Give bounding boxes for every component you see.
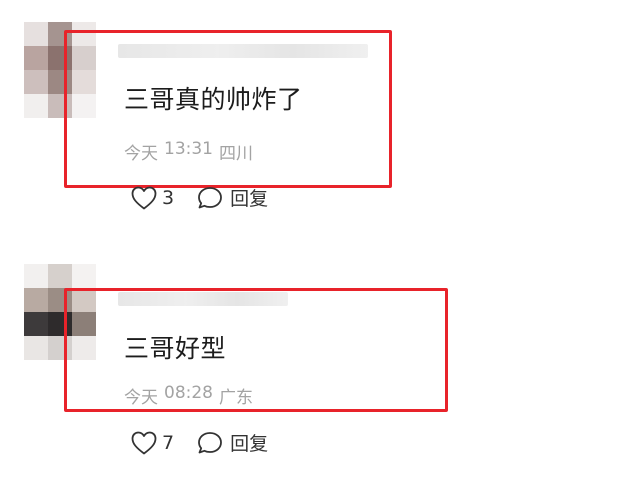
avatar-mosaic-cell (24, 288, 48, 312)
comment-text: 三哥好型 (124, 334, 227, 363)
comment-actions: 7 回复 (130, 429, 268, 456)
avatar-mosaic-cell (24, 264, 48, 288)
highlight-box (64, 288, 448, 412)
like-count: 7 (162, 431, 175, 454)
comment-meta: 今天 08:28 广东 (124, 383, 253, 408)
avatar-mosaic-cell (24, 336, 48, 360)
speech-bubble-icon (196, 430, 224, 456)
avatar-mosaic-cell (48, 264, 72, 288)
comment-date: 今天 (124, 388, 158, 408)
reply-label: 回复 (230, 433, 269, 455)
comment-location: 广东 (219, 388, 253, 408)
like-button[interactable]: 7 (130, 430, 174, 456)
avatar-mosaic-cell (24, 312, 48, 336)
comment-item: 三哥好型 今天 08:28 广东 7 回复 (0, 0, 628, 490)
heart-outline-icon (130, 430, 158, 456)
avatar-mosaic-cell (72, 264, 96, 288)
comment-time: 08:28 (164, 383, 213, 403)
reply-button[interactable]: 回复 (196, 429, 268, 456)
